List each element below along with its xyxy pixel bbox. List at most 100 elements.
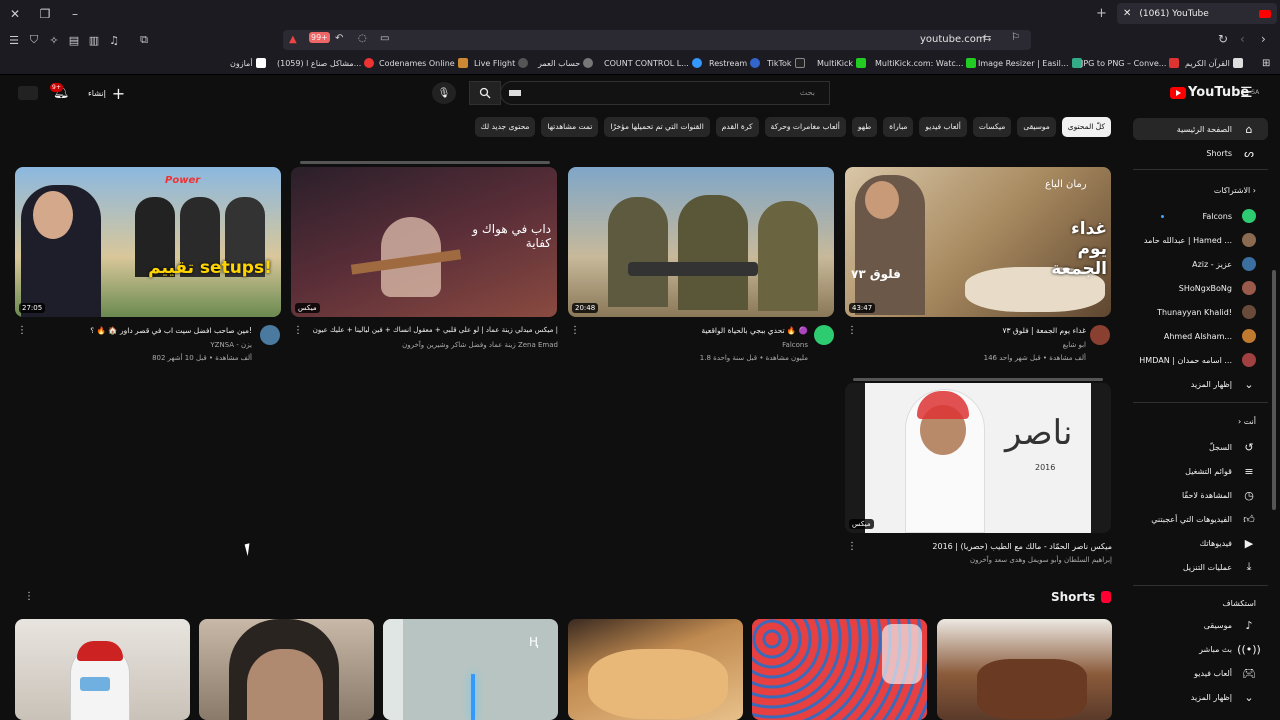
address-bar[interactable]: ▲ 99+ ↶ ◌ ▭ youtube.com ⇆ ⚐: [283, 30, 1031, 50]
sidebar-item-gaming[interactable]: ألعاب فيديو 🎮︎: [1194, 663, 1256, 683]
extension-icon[interactable]: ✧: [44, 30, 64, 50]
subscription-item[interactable]: Falcons: [1161, 206, 1256, 226]
music-icon[interactable]: ♫: [104, 30, 124, 50]
short-thumbnail[interactable]: [15, 619, 190, 720]
voice-search-button[interactable]: 🎙︎: [432, 82, 456, 104]
more-options-icon[interactable]: ⋮: [570, 325, 580, 336]
chip[interactable]: موسيقى: [1017, 117, 1056, 137]
channel-name[interactable]: YZNSA - يزن: [210, 341, 252, 349]
chip[interactable]: طهو: [851, 117, 878, 137]
shorts-more-options-icon[interactable]: ⋮: [24, 591, 34, 602]
bookmark-item[interactable]: TikTok: [767, 58, 805, 68]
video-title[interactable]: ميكس ميدلي زينة عماد | لو على قلبي + معق…: [313, 326, 558, 334]
more-options-icon[interactable]: ⋮: [293, 325, 303, 336]
vpn-icon[interactable]: ▲: [289, 34, 297, 45]
subscription-item[interactable]: SHoNgxBoNg: [1179, 278, 1256, 298]
bookmark-item[interactable]: Codenames Online: [379, 58, 468, 68]
more-options-icon[interactable]: ⋮: [847, 325, 857, 336]
bookmark-item[interactable]: (1059) مشاكل صناع ا...: [277, 58, 375, 68]
video-title[interactable]: ميكس ناصر الحمّاد - مالك مع الطيب (حصريا…: [932, 542, 1112, 551]
scrollbar-thumb[interactable]: [1272, 270, 1276, 510]
short-thumbnail[interactable]: Ⱨ: [383, 619, 558, 720]
video-title[interactable]: تحدي ببجي بالحياة الواقعية 🔥 🟣: [701, 326, 808, 335]
bookmark-item[interactable]: MultiKick: [817, 58, 867, 68]
bookmark-item[interactable]: القرآن الكريم: [1185, 58, 1243, 68]
shield-icon[interactable]: ⛉: [24, 30, 44, 50]
subscription-item[interactable]: Ahmed Alsham...: [1164, 326, 1256, 346]
video-thumbnail[interactable]: داب في هواك و كفاية ميكس: [291, 167, 557, 317]
sidebar-item-watch-later[interactable]: المشاهدة لاحقًا ◷: [1182, 485, 1256, 505]
reload-icon[interactable]: ↻: [1218, 32, 1228, 46]
short-thumbnail[interactable]: [199, 619, 374, 720]
new-tab-icon[interactable]: +: [1096, 6, 1107, 21]
bookmark-item[interactable]: Live Flight: [474, 58, 529, 68]
channel-avatar[interactable]: [1090, 325, 1110, 345]
bookmark-item[interactable]: حساب العمر: [538, 58, 594, 68]
chip[interactable]: ألعاب مغامرات وحركة: [764, 117, 846, 137]
bookmark-item[interactable]: Restream: [709, 58, 761, 68]
short-thumbnail[interactable]: [752, 619, 927, 720]
share-icon[interactable]: ⇆: [983, 33, 991, 44]
channel-avatar[interactable]: [814, 325, 834, 345]
sidebar-show-more[interactable]: إظهار المزيد ⌄: [1191, 374, 1256, 394]
subscription-item[interactable]: عبدالله حامد | Hamed ...: [1144, 230, 1256, 250]
you-heading[interactable]: › أنت: [1238, 417, 1256, 426]
tablet-icon[interactable]: ▭: [380, 33, 389, 44]
video-title[interactable]: غداء يوم الجمعة | فلوق ٧٣: [1002, 326, 1086, 335]
chip[interactable]: مباراة: [883, 117, 914, 137]
subscription-item[interactable]: Thunayyan Khalid!: [1157, 302, 1256, 322]
forward-icon[interactable]: ›: [1261, 32, 1266, 46]
sidebar-item-history[interactable]: السجلّ ↺: [1209, 437, 1256, 457]
sidebar-item-live[interactable]: بث مباشر ((•)): [1199, 639, 1261, 659]
create-button[interactable]: إنشاء +: [88, 84, 125, 103]
back-arrow-icon[interactable]: ↶: [335, 33, 343, 44]
bookmark-icon[interactable]: ⚐: [1011, 32, 1020, 43]
chip[interactable]: تمت مشاهدتها: [541, 117, 599, 137]
chip[interactable]: كلّ المحتوى: [1061, 117, 1111, 137]
adblock-badge-icon[interactable]: 99+: [309, 32, 330, 43]
channel-name[interactable]: إبراهيم السلطان وأبو سويمل وهدى سعد وآخر…: [970, 556, 1112, 564]
bookmark-item[interactable]: COUNT CONTROL L...: [604, 58, 702, 68]
more-options-icon[interactable]: ⋮: [17, 325, 27, 336]
hamburger-menu-icon[interactable]: ☰: [1240, 85, 1253, 101]
bookmark-item[interactable]: JPG to PNG – Conve...: [1081, 58, 1180, 68]
close-window-icon[interactable]: ✕: [0, 0, 30, 27]
channel-name[interactable]: Falcons: [782, 341, 808, 349]
chip[interactable]: ميكسات: [972, 117, 1012, 137]
sidebar-item-liked[interactable]: الفيديوهات التي أعجبتني 👍︎: [1151, 509, 1256, 529]
search-input[interactable]: بحث: [500, 81, 830, 105]
sidebar-item-home[interactable]: الصفحة الرئيسية ⌂: [1177, 119, 1256, 139]
subscription-item[interactable]: HMDAN | اسامه حمدان ...: [1139, 350, 1256, 370]
video-title[interactable]: مين صاحب افضل سيت اب في قصر داور 🏠 🔥 ؟!: [90, 326, 252, 335]
tabs-icon[interactable]: ▤: [64, 30, 84, 50]
sidebar-item-shorts[interactable]: Shorts ᔕ: [1206, 143, 1256, 163]
sidebar-item-playlists[interactable]: قوائم التشغيل ≡: [1185, 461, 1256, 481]
subscription-item[interactable]: Aziz - عزيز: [1192, 254, 1256, 274]
bookmark-item[interactable]: MultiKick.com: Watc...: [875, 58, 977, 68]
chip[interactable]: القنوات التي تم تحميلها مؤخرًا: [604, 117, 710, 137]
video-thumbnail[interactable]: 20:48: [568, 167, 834, 317]
subscriptions-heading[interactable]: الاشتراكات ›: [1214, 186, 1256, 195]
keyboard-icon[interactable]: [509, 90, 521, 96]
channel-avatar[interactable]: [260, 325, 280, 345]
video-thumbnail[interactable]: Power تقييم setups! 27:05: [15, 167, 281, 317]
sidebar-item-music[interactable]: موسيقى ♪: [1204, 615, 1256, 635]
chip[interactable]: ألعاب فيديو: [919, 117, 967, 137]
minimize-window-icon[interactable]: –: [60, 0, 90, 27]
account-avatar[interactable]: [18, 86, 38, 100]
bookmark-item[interactable]: أمازون: [230, 58, 266, 68]
menu-icon[interactable]: ☰: [4, 30, 24, 50]
bookmark-item[interactable]: Image Resizer | Easil...: [978, 58, 1082, 68]
video-thumbnail[interactable]: ناصر 2016 ميكس: [845, 383, 1111, 533]
screenshot-icon[interactable]: ⧉: [134, 30, 154, 50]
sidebar-show-more-explore[interactable]: إظهار المزيد ⌄: [1191, 687, 1256, 707]
browser-tab-youtube[interactable]: ✕ (1061) YouTube: [1117, 3, 1277, 24]
sidebar-item-downloads[interactable]: عمليات التنزيل ⤓: [1183, 557, 1256, 577]
short-thumbnail[interactable]: [568, 619, 743, 720]
chat-icon[interactable]: ◌: [358, 33, 367, 44]
sidebar-icon[interactable]: ▥: [84, 30, 104, 50]
back-icon[interactable]: ‹: [1240, 32, 1245, 46]
video-thumbnail[interactable]: غداء يوم الجمعة رمان الباع فلوق ٧٣ 43:47: [845, 167, 1111, 317]
chip[interactable]: محتوى جديد لك: [474, 117, 536, 137]
channel-name[interactable]: ابو شايع: [1063, 341, 1086, 349]
